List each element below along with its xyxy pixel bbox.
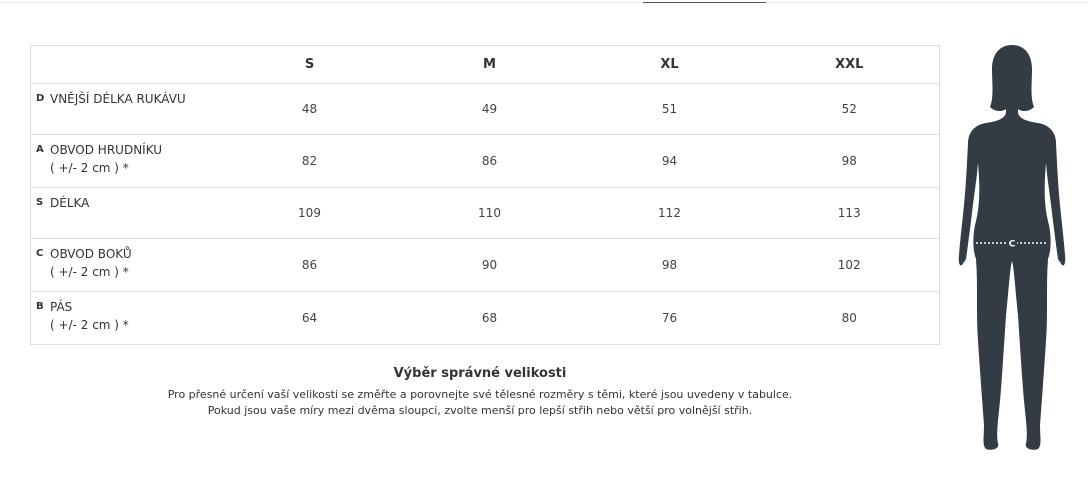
measure-name: DÉLKA (50, 196, 90, 210)
header-size-s: S (304, 57, 315, 72)
table-cell: 48 (219, 83, 400, 135)
tolerance-note: ( +/- 2 cm ) * (50, 161, 129, 175)
table-cell: 102 (759, 238, 940, 292)
table-row: B PÁS ( +/- 2 cm ) * 64 68 76 80 (30, 291, 940, 345)
table-cell: 86 (219, 238, 400, 292)
row-label: D VNĚJŠÍ DÉLKA RUKÁVU (30, 83, 220, 135)
table-cell: 98 (759, 134, 940, 188)
measure-name: PÁS (50, 300, 73, 314)
table-row: S DÉLKA 109 110 112 113 (30, 187, 940, 239)
table-row: A OBVOD HRUDNÍKU ( +/- 2 cm ) * 82 86 94 9… (30, 134, 940, 188)
body-silhouette: C (958, 45, 1066, 450)
row-label: S DÉLKA (30, 187, 220, 239)
header-empty (31, 46, 220, 84)
table-cell: 51 (579, 83, 760, 135)
advice-title: Výběr správné velikosti (393, 366, 567, 381)
table-cell: 110 (399, 187, 580, 239)
tolerance-note: ( +/- 2 cm ) * (50, 318, 129, 332)
measure-letter: S (36, 197, 44, 208)
header-size-xxl: XXL (835, 57, 864, 72)
table-row: D VNĚJŠÍ DÉLKA RUKÁVU 48 49 51 52 (30, 83, 940, 135)
size-chart-table: S M XL XXL D VNĚJŠÍ DÉLKA RUKÁVU 48 49 51… (30, 45, 940, 345)
table-cell: 86 (399, 134, 580, 188)
table-cell: 80 (759, 291, 940, 345)
table-cell: 49 (399, 83, 580, 135)
table-cell: 112 (579, 187, 760, 239)
table-cell: 90 (399, 238, 580, 292)
table-row: C OBVOD BOKŮ ( +/- 2 cm ) * 86 90 98 102 (30, 238, 940, 292)
table-cell: 68 (399, 291, 580, 345)
table-cell: 98 (579, 238, 760, 292)
table-cell: 64 (219, 291, 400, 345)
advice-line-1: Pro přesné určení vaší velikosti se změř… (167, 388, 793, 401)
measure-name: OBVOD HRUDNÍKU (50, 143, 163, 157)
measure-letter: A (36, 144, 44, 155)
header-size-xl: XL (660, 57, 679, 72)
measure-letter: C (36, 248, 44, 259)
table-cell: 109 (219, 187, 400, 239)
measure-name: OBVOD BOKŮ (50, 247, 132, 261)
table-cell: 94 (579, 134, 760, 188)
table-cell: 76 (579, 291, 760, 345)
size-header-row: S M XL XXL (31, 46, 940, 84)
tolerance-note: ( +/- 2 cm ) * (50, 265, 129, 279)
active-tab-indicator (643, 2, 766, 3)
row-label: A OBVOD HRUDNÍKU ( +/- 2 cm ) * (30, 134, 220, 188)
size-advice: Výběr správné velikosti Pro přesné určen… (30, 366, 930, 419)
hip-measure-letter: C (1009, 240, 1016, 250)
header-size-m: M (483, 57, 496, 72)
top-divider (0, 2, 1088, 3)
table-cell: 52 (759, 83, 940, 135)
measure-name: VNĚJŠÍ DÉLKA RUKÁVU (50, 92, 186, 106)
row-label: B PÁS ( +/- 2 cm ) * (30, 291, 220, 345)
table-cell: 113 (759, 187, 940, 239)
row-label: C OBVOD BOKŮ ( +/- 2 cm ) * (30, 238, 220, 292)
table-cell: 82 (219, 134, 400, 188)
measure-letter: B (36, 301, 44, 312)
advice-line-2: Pokud jsou vaše míry mezi dvěma sloupci,… (207, 404, 753, 417)
measure-letter: D (36, 93, 45, 104)
